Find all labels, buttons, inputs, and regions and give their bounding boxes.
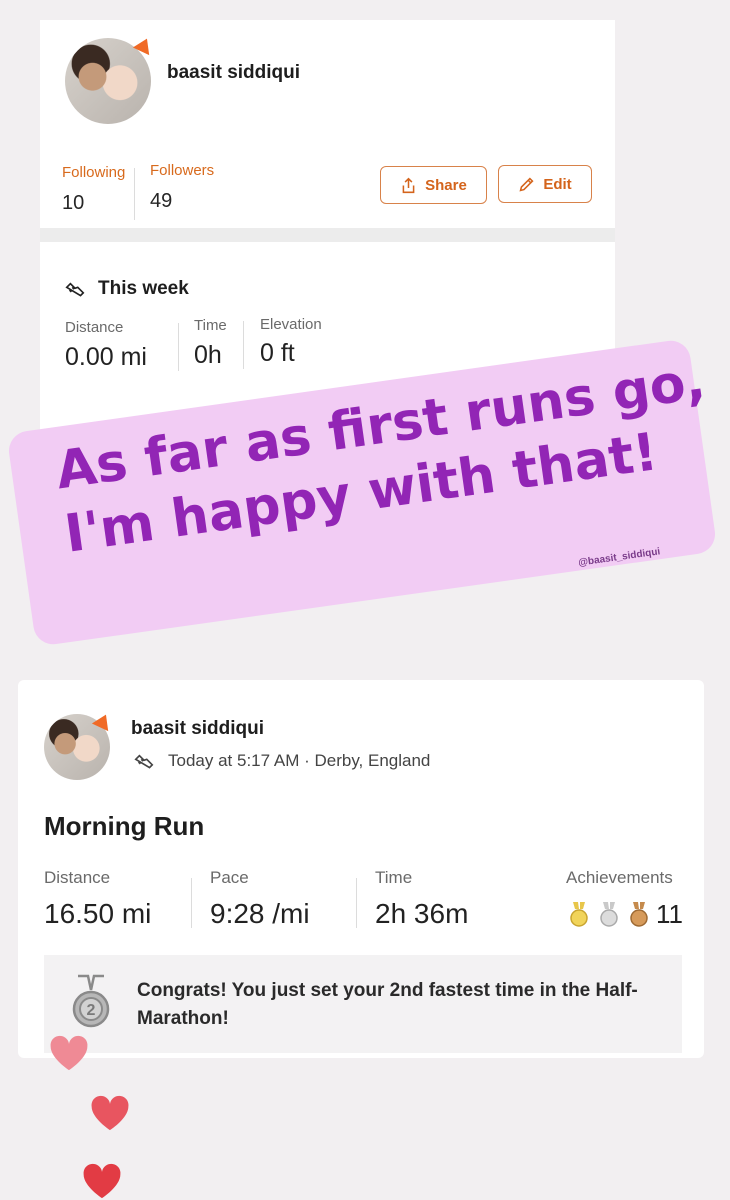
week-elevation-value: 0 ft <box>260 339 295 367</box>
following-value[interactable]: 10 <box>62 192 84 215</box>
week-elevation-label: Elevation <box>260 316 322 333</box>
heart-icon <box>83 1163 121 1199</box>
week-time-value: 0h <box>194 341 222 369</box>
following-label[interactable]: Following <box>62 164 125 181</box>
gold-medal-icon <box>570 902 588 927</box>
week-time-label: Time <box>194 317 227 334</box>
activity-card[interactable]: baasit siddiqui Today at 5:17 AM · Derby… <box>18 680 704 1058</box>
week-distance-label: Distance <box>65 319 124 336</box>
share-icon <box>402 177 415 193</box>
edit-label: Edit <box>543 175 572 193</box>
profile-avatar[interactable] <box>65 34 156 124</box>
running-shoe-icon <box>65 282 85 297</box>
this-week-title: This week <box>98 278 189 299</box>
divider <box>134 168 135 220</box>
running-shoe-icon <box>134 754 154 769</box>
divider <box>243 321 244 369</box>
activity-meta: Today at 5:17 AM · Derby, England <box>168 751 431 770</box>
congrats-message: Congrats! You just set your 2nd fastest … <box>137 980 638 1029</box>
distance-label: Distance <box>44 868 111 887</box>
share-button[interactable]: Share <box>380 166 487 204</box>
pace-value: 9:28 /mi <box>210 898 310 929</box>
achievements-count: 11 <box>656 899 683 929</box>
divider <box>191 878 192 928</box>
followers-label[interactable]: Followers <box>150 162 214 179</box>
followers-value[interactable]: 49 <box>150 190 172 213</box>
heart-icon <box>91 1095 129 1131</box>
activity-title[interactable]: Morning Run <box>44 811 204 842</box>
divider <box>178 323 179 371</box>
edit-pencil-icon <box>519 176 534 192</box>
distance-value: 16.50 mi <box>44 898 152 929</box>
share-label: Share <box>425 176 467 194</box>
strava-badge-icon <box>91 710 115 732</box>
activity-avatar[interactable] <box>44 710 115 780</box>
divider <box>356 878 357 928</box>
activity-username[interactable]: baasit siddiqui <box>131 718 264 740</box>
profile-username[interactable]: baasit siddiqui <box>167 62 300 84</box>
week-distance-value: 0.00 mi <box>65 343 147 371</box>
svg-text:2: 2 <box>87 1002 96 1019</box>
edit-button[interactable]: Edit <box>498 165 592 203</box>
section-divider <box>40 228 615 242</box>
pace-label: Pace <box>210 868 249 887</box>
achievement-banner[interactable]: 2 Congrats! You just set your 2nd fastes… <box>44 955 682 1053</box>
heart-icon <box>50 1035 88 1071</box>
bronze-medal-icon <box>630 902 648 927</box>
silver-medal-icon <box>600 902 618 927</box>
strava-badge-icon <box>132 34 156 56</box>
achievements-label: Achievements <box>566 868 673 887</box>
time-value: 2h 36m <box>375 898 469 929</box>
second-place-medal-icon: 2 <box>72 974 110 1028</box>
time-label: Time <box>375 868 413 887</box>
